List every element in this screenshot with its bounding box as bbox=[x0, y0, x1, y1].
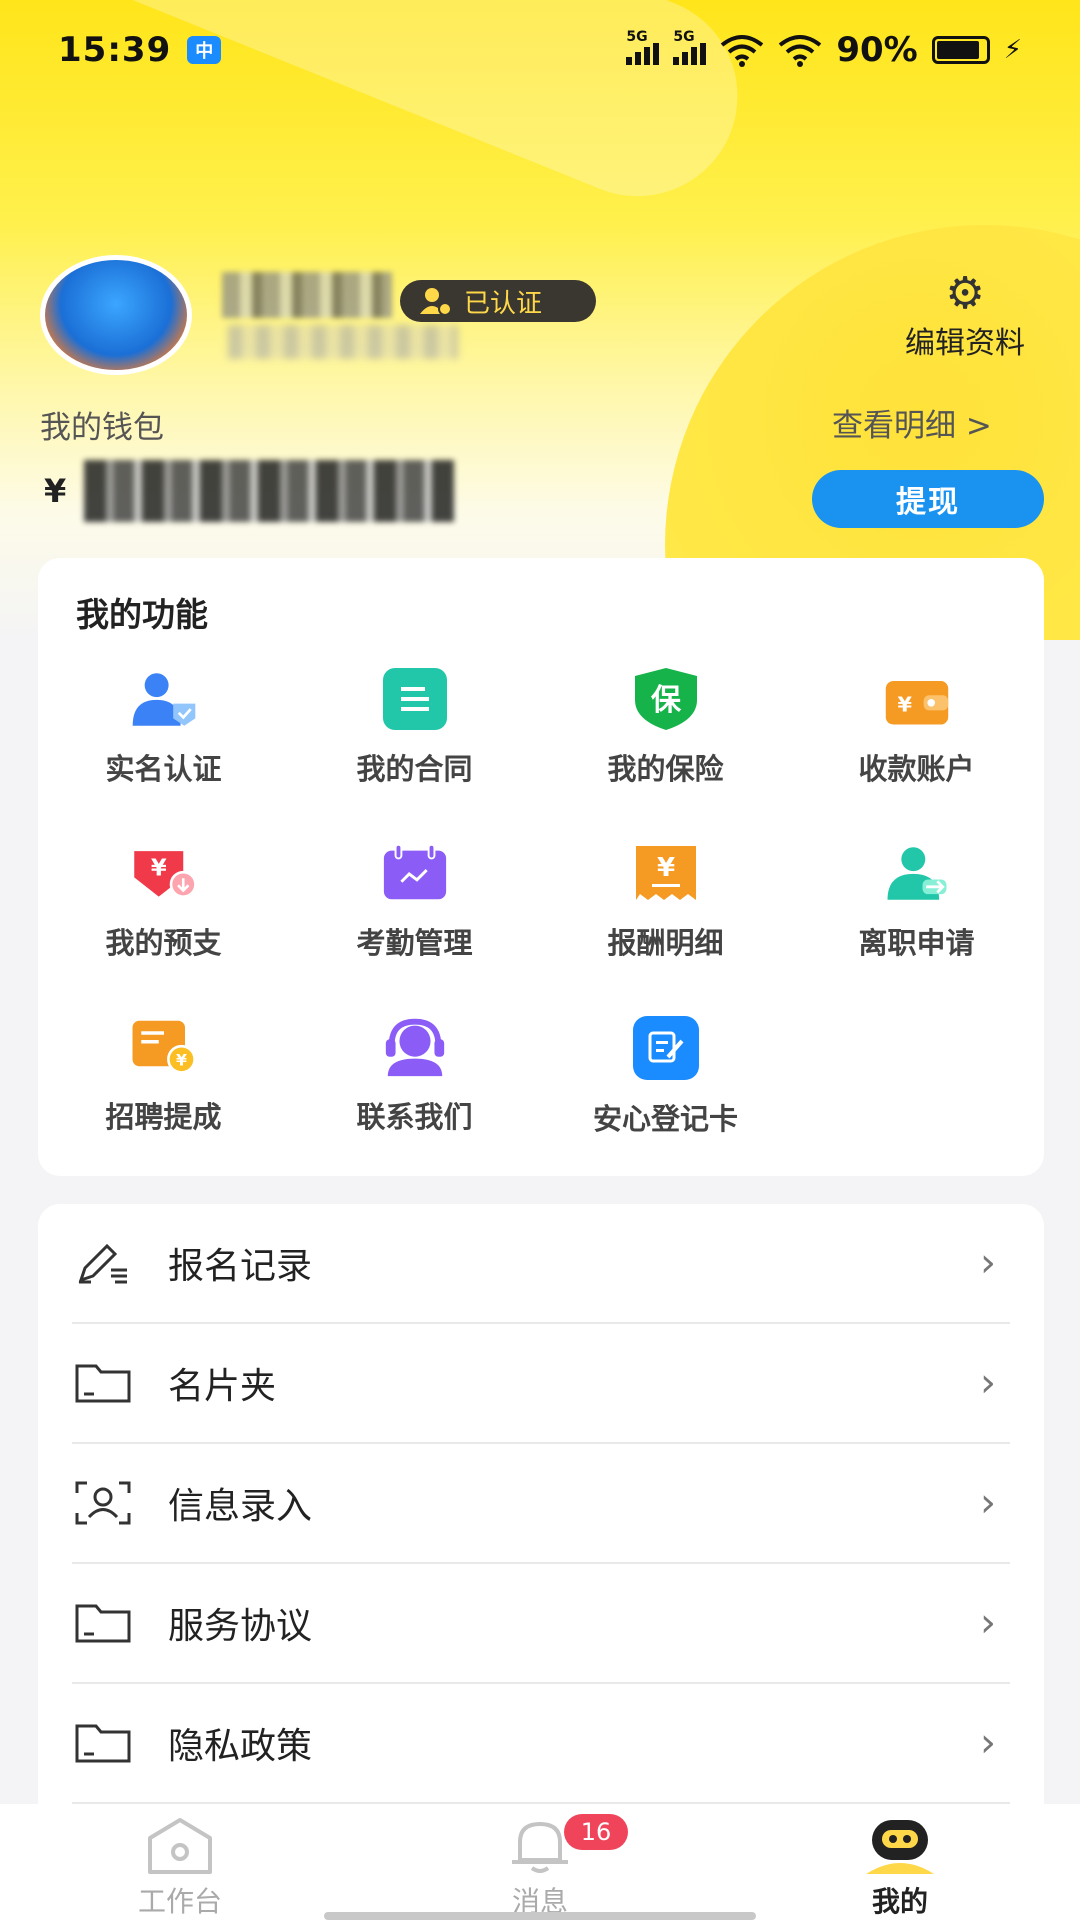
func-my-insurance[interactable]: 保 我的保险 bbox=[540, 668, 791, 842]
menu-item-signup-records[interactable]: 报名记录 › bbox=[72, 1204, 1010, 1324]
edit-profile-button[interactable]: ⚙ 编辑资料 bbox=[880, 270, 1050, 362]
wifi-icon bbox=[721, 35, 764, 67]
tab-label: 我的 bbox=[871, 1885, 928, 1918]
status-time: 15:39 bbox=[58, 30, 172, 70]
func-label: 考勤管理 bbox=[356, 926, 473, 960]
tab-mine[interactable]: 我的 bbox=[720, 1804, 1080, 1920]
charging-icon: ⚡ bbox=[1003, 35, 1022, 65]
func-label: 安心登记卡 bbox=[592, 1102, 738, 1136]
status-bar: 15:39 中 5G 5G 90% ⚡ bbox=[0, 0, 1080, 100]
chevron-right-icon: › bbox=[980, 1720, 996, 1766]
home-icon bbox=[148, 1818, 212, 1874]
svg-text:¥: ¥ bbox=[897, 692, 912, 716]
folder-icon bbox=[72, 1358, 134, 1408]
func-recruit-commission[interactable]: ¥ 招聘提成 bbox=[38, 1016, 289, 1190]
calendar-icon bbox=[380, 842, 450, 904]
func-label: 离职申请 bbox=[858, 926, 975, 960]
battery-icon bbox=[931, 36, 990, 64]
register-card-icon bbox=[632, 1016, 699, 1080]
menu-item-label: 信息录入 bbox=[168, 1486, 313, 1527]
func-label: 实名认证 bbox=[105, 752, 222, 786]
menu-item-label: 名片夹 bbox=[168, 1366, 277, 1407]
wifi-icon-2 bbox=[779, 35, 822, 67]
id-verify-icon bbox=[129, 668, 199, 730]
signal-5g-icon: 5G bbox=[626, 29, 660, 65]
wallet-detail-link[interactable]: 查看明细 > bbox=[832, 400, 992, 445]
menu-item-info-entry[interactable]: 信息录入 › bbox=[72, 1444, 1010, 1564]
menu-item-label: 报名记录 bbox=[168, 1246, 313, 1287]
wallet-label: 我的钱包 bbox=[40, 410, 164, 446]
tab-messages[interactable]: 消息 bbox=[360, 1804, 720, 1920]
wallet-icon: ¥ bbox=[882, 668, 952, 730]
menu-item-privacy-policy[interactable]: 隐私政策 › bbox=[72, 1684, 1010, 1804]
func-register-card[interactable]: 安心登记卡 bbox=[540, 1016, 791, 1190]
func-resignation[interactable]: 离职申请 bbox=[791, 842, 1042, 1016]
edit-pen-icon bbox=[72, 1238, 134, 1288]
app-notification-icon: 中 bbox=[187, 36, 222, 64]
wallet-balance-blurred bbox=[84, 460, 455, 522]
func-my-contract[interactable]: 我的合同 bbox=[289, 668, 540, 842]
svg-text:¥: ¥ bbox=[656, 853, 674, 883]
chevron-right-icon: › bbox=[980, 1600, 996, 1646]
func-payment-account[interactable]: ¥ 收款账户 bbox=[791, 668, 1042, 842]
menu-item-label: 服务协议 bbox=[168, 1606, 313, 1647]
func-label: 联系我们 bbox=[356, 1100, 473, 1134]
menu-item-label: 隐私政策 bbox=[168, 1726, 313, 1767]
func-contact-us[interactable]: 联系我们 bbox=[289, 1016, 540, 1190]
insurance-icon: 保 bbox=[631, 668, 701, 730]
user-name-blurred bbox=[222, 272, 392, 318]
func-attendance[interactable]: 考勤管理 bbox=[289, 842, 540, 1016]
verified-badge: 已认证 bbox=[400, 280, 596, 322]
func-label: 收款账户 bbox=[858, 752, 975, 786]
func-label: 招聘提成 bbox=[105, 1100, 222, 1134]
signal-5g-icon-2: 5G bbox=[673, 29, 707, 65]
user-phone-blurred bbox=[228, 325, 458, 359]
battery-percent: 90% bbox=[836, 30, 918, 70]
menu-item-card-holder[interactable]: 名片夹 › bbox=[72, 1324, 1010, 1444]
edit-profile-label: 编辑资料 bbox=[905, 326, 1025, 361]
mine-robot-icon bbox=[866, 1820, 934, 1874]
contract-icon bbox=[382, 668, 447, 730]
tab-label: 工作台 bbox=[137, 1885, 222, 1918]
func-label: 我的合同 bbox=[356, 752, 473, 786]
functions-grid: 实名认证 我的合同 保 我的保险 ¥ 收款账户 ¥ 我的预支 考勤管理 ¥ 报酬… bbox=[38, 668, 1044, 1190]
verified-user-icon bbox=[420, 288, 452, 316]
func-pay-details[interactable]: ¥ 报酬明细 bbox=[540, 842, 791, 1016]
func-real-name-verify[interactable]: 实名认证 bbox=[38, 668, 289, 842]
svg-text:¥: ¥ bbox=[176, 1050, 187, 1069]
messages-badge: 16 bbox=[564, 1814, 628, 1850]
menu-item-service-agreement[interactable]: 服务协议 › bbox=[72, 1564, 1010, 1684]
receipt-icon: ¥ bbox=[631, 842, 701, 904]
func-my-advance[interactable]: ¥ 我的预支 bbox=[38, 842, 289, 1016]
func-label: 我的预支 bbox=[105, 926, 222, 960]
currency-symbol: ¥ bbox=[44, 472, 67, 510]
chevron-right-icon: › bbox=[980, 1480, 996, 1526]
menu-list-card: 报名记录 › 名片夹 › 信息录入 › 服务协议 › 隐私政策 › bbox=[38, 1204, 1044, 1824]
commission-icon: ¥ bbox=[129, 1016, 199, 1078]
home-indicator bbox=[324, 1912, 756, 1920]
folder-icon bbox=[72, 1718, 134, 1768]
gear-icon: ⚙ bbox=[945, 268, 985, 319]
folder-icon bbox=[72, 1598, 134, 1648]
withdraw-button[interactable]: 提现 bbox=[812, 470, 1044, 528]
svg-text:保: 保 bbox=[651, 683, 682, 718]
headset-icon bbox=[380, 1016, 450, 1078]
func-label: 报酬明细 bbox=[607, 926, 724, 960]
bottom-tab-bar: 工作台 消息 我的 16 bbox=[0, 1804, 1080, 1920]
avatar[interactable] bbox=[40, 255, 192, 375]
svg-text:¥: ¥ bbox=[150, 856, 166, 882]
functions-card: 我的功能 实名认证 我的合同 保 我的保险 ¥ 收款账户 ¥ 我的预支 考勤管理… bbox=[38, 558, 1044, 1176]
func-label: 我的保险 bbox=[607, 752, 724, 786]
functions-title: 我的功能 bbox=[76, 595, 208, 634]
face-scan-icon bbox=[72, 1478, 134, 1528]
chevron-right-icon: › bbox=[980, 1360, 996, 1406]
wallet-amount: ¥ bbox=[44, 460, 455, 522]
resign-icon bbox=[882, 842, 952, 904]
chevron-right-icon: › bbox=[980, 1240, 996, 1286]
tab-workbench[interactable]: 工作台 bbox=[0, 1804, 360, 1920]
advance-icon: ¥ bbox=[129, 842, 199, 904]
verified-label: 已认证 bbox=[464, 288, 543, 319]
